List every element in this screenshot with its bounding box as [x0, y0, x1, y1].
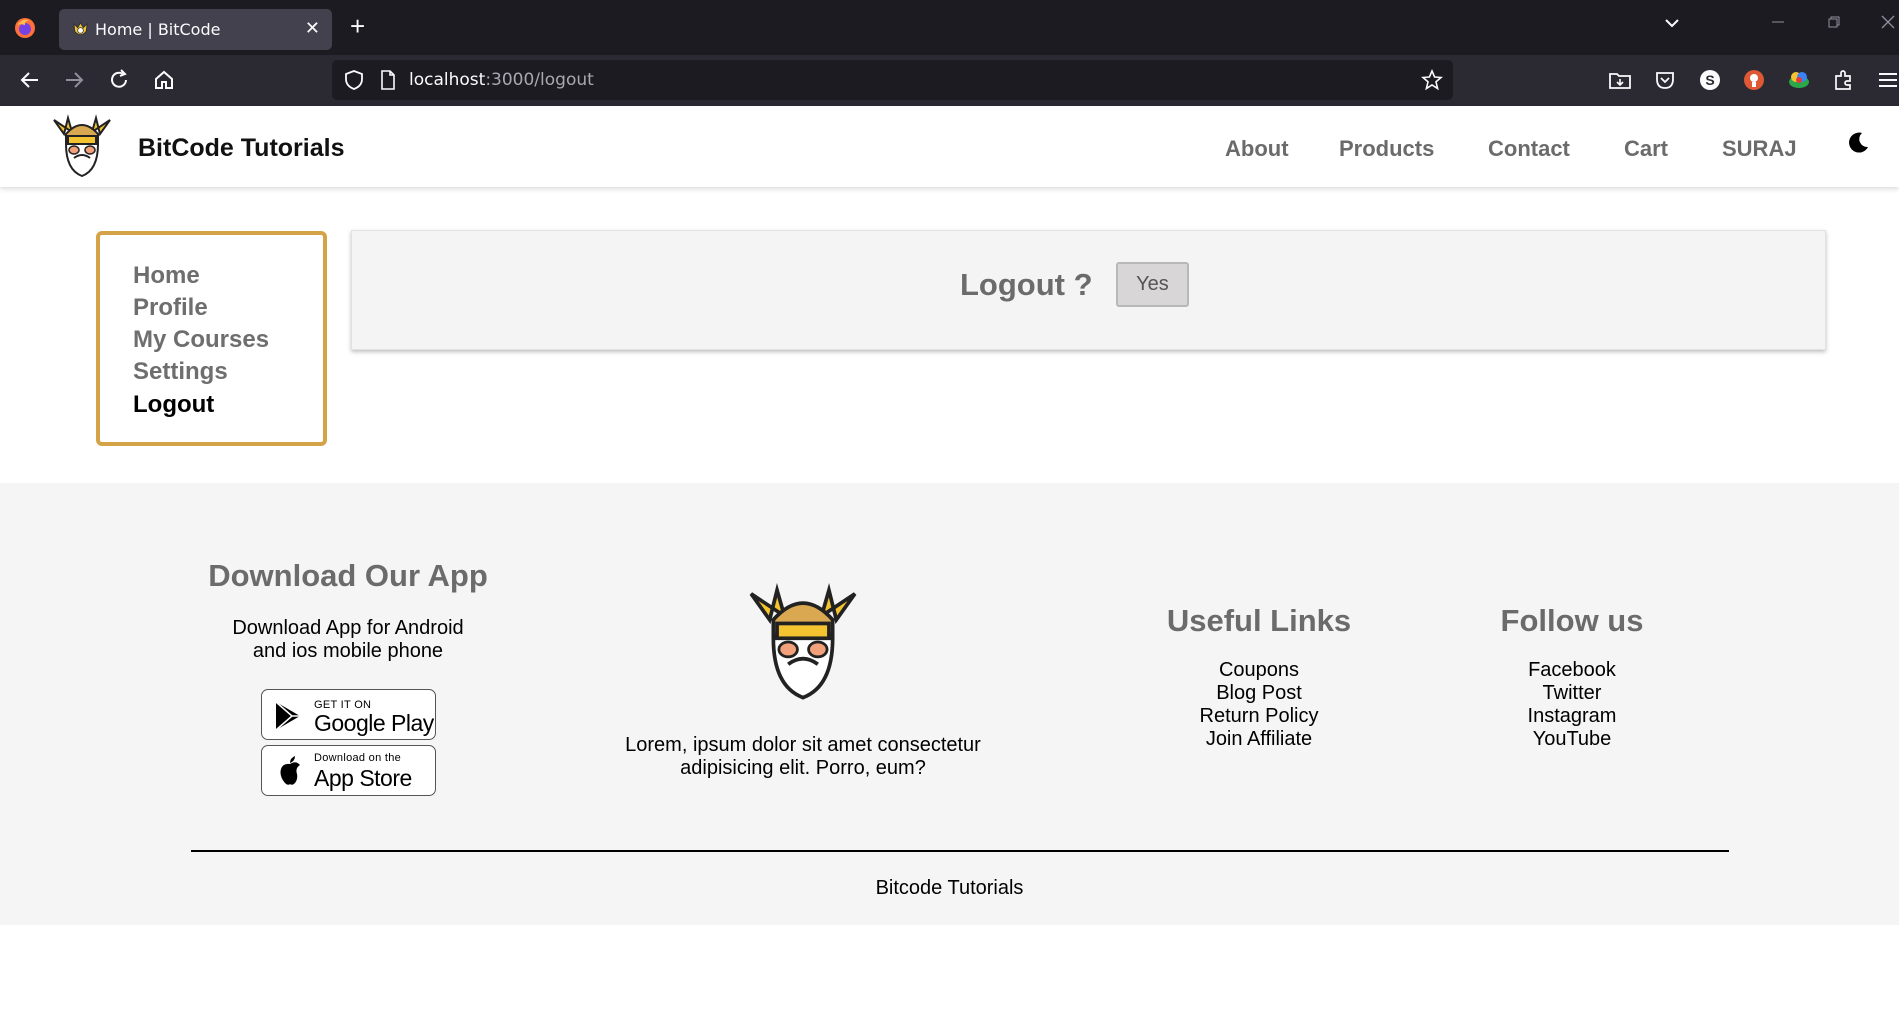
- app-store-big-text: App Store: [314, 765, 412, 791]
- site-favicon-icon: [73, 21, 88, 36]
- footer-link-twitter[interactable]: Twitter: [1422, 682, 1722, 705]
- footer-useful-links-column: Useful Links Coupons Blog Post Return Po…: [1109, 603, 1409, 751]
- tab-title: Home | BitCode: [95, 20, 221, 39]
- footer-link-coupons[interactable]: Coupons: [1109, 659, 1409, 682]
- footer-about-line1: Lorem, ipsum dolor sit amet consectetur: [625, 734, 981, 756]
- sidebar-item-settings[interactable]: Settings: [133, 358, 228, 386]
- sidebar-item-logout[interactable]: Logout: [133, 391, 214, 419]
- logout-card: Logout ? Yes: [351, 230, 1826, 350]
- brand-name[interactable]: BitCode Tutorials: [138, 134, 344, 163]
- tab-close-icon[interactable]: ✕: [305, 18, 320, 39]
- extensions-puzzle-icon[interactable]: [1831, 67, 1857, 93]
- footer-link-instagram[interactable]: Instagram: [1422, 705, 1722, 728]
- site-footer: Download Our App Download App for Androi…: [0, 483, 1899, 925]
- footer-link-blog-post[interactable]: Blog Post: [1109, 682, 1409, 705]
- footer-link-youtube[interactable]: YouTube: [1422, 728, 1722, 751]
- page-info-icon[interactable]: [378, 69, 398, 91]
- browser-nav-bar: localhost:3000/logout S: [0, 55, 1899, 106]
- footer-divider: [191, 850, 1729, 852]
- reload-icon[interactable]: [106, 67, 132, 93]
- nav-link-contact[interactable]: Contact: [1488, 136, 1570, 162]
- firefox-icon[interactable]: [13, 16, 37, 40]
- bookmark-star-icon[interactable]: [1421, 69, 1443, 91]
- footer-app-text-line2: and ios mobile phone: [252, 640, 444, 662]
- menu-hamburger-icon[interactable]: [1875, 67, 1899, 93]
- browser-tab-bar: Home | BitCode ✕ +: [0, 0, 1899, 55]
- dark-mode-moon-icon[interactable]: [1845, 130, 1871, 156]
- home-icon[interactable]: [151, 67, 177, 93]
- forward-arrow-icon[interactable]: [61, 67, 87, 93]
- svg-text:S: S: [1705, 72, 1714, 88]
- s-extension-icon[interactable]: S: [1697, 67, 1723, 93]
- footer-app-text-line1: Download App for Android: [232, 617, 464, 639]
- footer-app-heading: Download Our App: [208, 558, 488, 593]
- footer-link-join-affiliate[interactable]: Join Affiliate: [1109, 728, 1409, 751]
- footer-logo-icon: [749, 582, 857, 700]
- footer-follow-column: Follow us Facebook Twitter Instagram You…: [1422, 603, 1722, 751]
- app-store-small-text: Download on the: [314, 752, 402, 764]
- footer-link-facebook[interactable]: Facebook: [1422, 659, 1722, 682]
- google-play-big-text: Google Play: [314, 710, 434, 736]
- footer-follow-heading: Follow us: [1500, 603, 1644, 638]
- nav-link-user[interactable]: SURAJ: [1722, 136, 1797, 162]
- nav-link-products[interactable]: Products: [1339, 136, 1434, 162]
- tab-list-chevron-icon[interactable]: [1663, 14, 1681, 32]
- app-store-button[interactable]: Download on the App Store: [261, 745, 436, 796]
- pocket-icon[interactable]: [1652, 67, 1678, 93]
- new-tab-icon[interactable]: +: [350, 12, 365, 40]
- browser-tab-active[interactable]: Home | BitCode ✕: [59, 9, 332, 50]
- save-to-pocket-folder-icon[interactable]: [1607, 67, 1633, 93]
- address-bar[interactable]: localhost:3000/logout: [332, 60, 1453, 100]
- sidebar-item-profile[interactable]: Profile: [133, 294, 208, 322]
- duckduckgo-icon[interactable]: [1741, 67, 1767, 93]
- account-sidebar: Home Profile My Courses Settings Logout: [96, 231, 327, 446]
- footer-useful-links-heading: Useful Links: [1166, 603, 1352, 638]
- url-text[interactable]: localhost:3000/logout: [409, 70, 594, 90]
- colorful-extension-icon[interactable]: [1786, 67, 1812, 93]
- footer-link-return-policy[interactable]: Return Policy: [1109, 705, 1409, 728]
- yes-button[interactable]: Yes: [1116, 262, 1189, 307]
- window-minimize-icon[interactable]: [1768, 14, 1788, 30]
- footer-copyright: Bitcode Tutorials: [875, 877, 1024, 899]
- nav-link-cart[interactable]: Cart: [1624, 136, 1668, 162]
- sidebar-item-my-courses[interactable]: My Courses: [133, 326, 269, 354]
- footer-about-line2: adipisicing elit. Porro, eum?: [680, 757, 926, 779]
- footer-app-column: Download Our App Download App for Androi…: [198, 558, 498, 663]
- apple-icon: [280, 756, 300, 785]
- shield-icon[interactable]: [343, 69, 365, 91]
- window-close-icon[interactable]: [1880, 14, 1896, 30]
- google-play-button[interactable]: GET IT ON Google Play: [261, 689, 436, 740]
- site-header: BitCode Tutorials About Products Contact…: [0, 106, 1899, 187]
- back-arrow-icon[interactable]: [17, 67, 43, 93]
- logout-question: Logout ?: [960, 267, 1093, 302]
- google-play-icon: [275, 701, 300, 731]
- bitcode-logo-icon[interactable]: [48, 112, 116, 180]
- nav-link-about[interactable]: About: [1225, 136, 1289, 162]
- footer-about-column: Lorem, ipsum dolor sit amet consectetur …: [580, 734, 1026, 780]
- window-restore-icon[interactable]: [1826, 14, 1842, 30]
- sidebar-item-home[interactable]: Home: [133, 262, 200, 290]
